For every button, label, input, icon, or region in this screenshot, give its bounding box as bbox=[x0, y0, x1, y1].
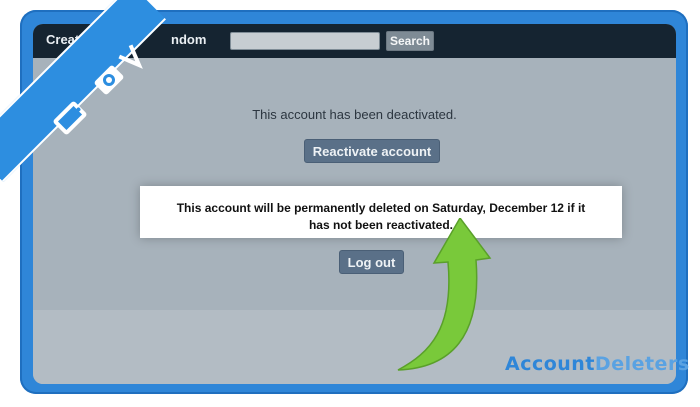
nav-random[interactable]: ndom bbox=[171, 32, 206, 47]
brand-part-2: Deleters bbox=[594, 353, 690, 375]
search-input[interactable] bbox=[230, 32, 380, 50]
brand-watermark: AccountDeleters bbox=[505, 353, 690, 375]
v-icon bbox=[118, 44, 143, 69]
pointer-arrow bbox=[397, 218, 492, 371]
brand-part-1: Account bbox=[505, 353, 595, 375]
ribbon-icons bbox=[53, 44, 143, 135]
search-button[interactable]: Search bbox=[386, 31, 434, 51]
camera-icon bbox=[94, 65, 124, 95]
deletion-notice-text: This account will be permanently deleted… bbox=[140, 200, 622, 234]
reactivate-account-button[interactable]: Reactivate account bbox=[304, 139, 440, 163]
notice-line-2: has not been reactivated. bbox=[308, 218, 454, 232]
notice-line-1: This account will be permanently deleted… bbox=[176, 201, 586, 215]
phone-icon bbox=[53, 101, 87, 135]
deletion-notice: This account will be permanently deleted… bbox=[140, 186, 622, 238]
